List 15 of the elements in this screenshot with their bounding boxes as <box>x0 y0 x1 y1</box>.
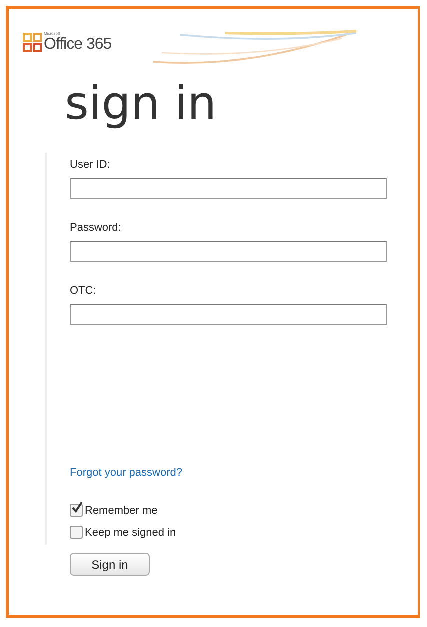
checkbox-label: Remember me <box>85 504 158 516</box>
field-label: Password: <box>70 222 122 235</box>
checkbox[interactable] <box>70 526 83 539</box>
product-name: Office 365 <box>44 36 112 53</box>
field-label: User ID: <box>70 159 112 172</box>
checkbox[interactable] <box>70 504 83 517</box>
page-title: sign in <box>65 75 218 131</box>
input-field[interactable] <box>70 241 387 262</box>
forgot-password-link[interactable]: Forgot your password? <box>70 467 182 479</box>
sign-in-button[interactable]: Sign in <box>70 553 150 576</box>
field-label: OTC: <box>70 285 98 298</box>
input-field[interactable] <box>70 304 387 325</box>
input-field[interactable] <box>70 178 387 199</box>
squares-logo-icon <box>23 33 43 53</box>
checkbox-label: Keep me signed in <box>85 526 176 538</box>
